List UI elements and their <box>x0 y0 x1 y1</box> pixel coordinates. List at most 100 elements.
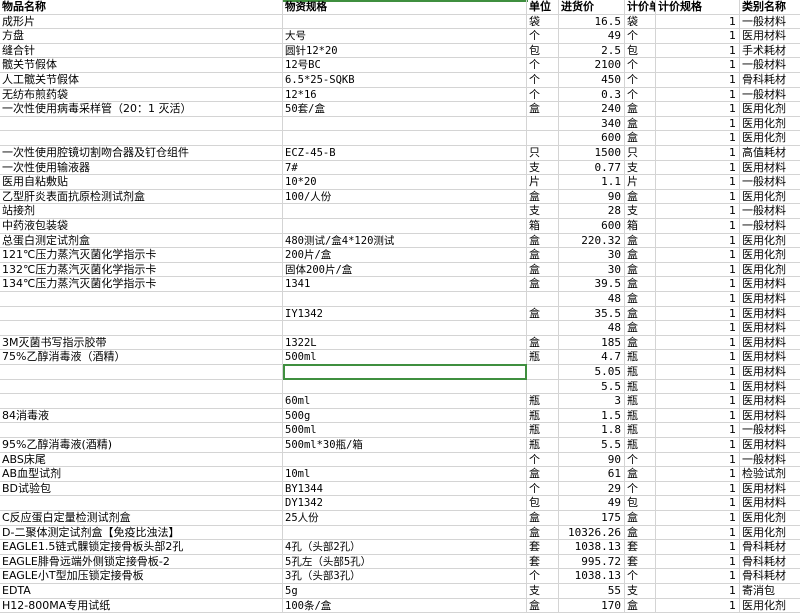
cell-unit[interactable]: 套 <box>527 540 559 555</box>
cell-price-spec[interactable]: 1 <box>656 292 740 307</box>
cell-price[interactable]: 1.8 <box>559 423 625 438</box>
cell-price[interactable]: 35.5 <box>559 306 625 322</box>
cell-name[interactable] <box>0 365 283 380</box>
cell-name[interactable]: AB血型试剂 <box>0 467 283 482</box>
cell-category[interactable]: 医用化剂 <box>740 234 800 249</box>
cell-price[interactable]: 600 <box>559 131 625 146</box>
cell-price-unit[interactable]: 只 <box>625 146 656 161</box>
cell-category[interactable]: 一般材料 <box>740 15 800 30</box>
cell-price-unit[interactable]: 瓶 <box>625 423 656 438</box>
cell-spec[interactable] <box>283 365 527 380</box>
cell-spec[interactable]: 5g <box>283 584 527 599</box>
cell-name[interactable]: 84消毒液 <box>0 408 283 424</box>
cell-price-spec[interactable]: 1 <box>656 102 740 117</box>
cell-category[interactable]: 手术耗材 <box>740 44 800 59</box>
cell-price-spec[interactable]: 1 <box>656 43 740 59</box>
cell-name[interactable]: 75%乙醇消毒液（酒精） <box>0 350 283 365</box>
cell-price-spec[interactable]: 1 <box>656 584 740 599</box>
cell-price-unit[interactable]: 包 <box>625 496 656 511</box>
cell-category[interactable]: 医用化剂 <box>740 263 800 278</box>
header-category[interactable]: 类别名称 <box>740 0 800 15</box>
cell-name[interactable]: 3M灭菌书写指示胶带 <box>0 335 283 351</box>
cell-price-unit[interactable]: 片 <box>625 175 656 190</box>
cell-category[interactable]: 医用化剂 <box>740 117 800 132</box>
cell-price[interactable]: 10326.26 <box>559 525 625 541</box>
cell-name[interactable]: 髋关节假体 <box>0 58 283 73</box>
cell-spec[interactable]: 10ml <box>283 467 527 482</box>
cell-price[interactable]: 49 <box>559 496 625 511</box>
cell-price-spec[interactable]: 1 <box>656 248 740 263</box>
cell-category[interactable]: 医用材料 <box>740 394 800 409</box>
cell-unit[interactable] <box>527 131 559 146</box>
cell-name[interactable]: 缝合针 <box>0 43 283 59</box>
cell-unit[interactable]: 个 <box>527 481 559 497</box>
cell-name[interactable]: 无纺布煎药袋 <box>0 87 283 103</box>
cell-spec[interactable]: 100条/盒 <box>283 598 527 613</box>
cell-name[interactable]: 134℃压力蒸汽灭菌化学指示卡 <box>0 277 283 292</box>
cell-category[interactable]: 医用材料 <box>740 321 800 336</box>
cell-spec[interactable]: 100/人份 <box>283 189 527 205</box>
cell-name[interactable]: 方盘 <box>0 29 283 44</box>
cell-spec[interactable]: 6.5*25-SQKB <box>283 73 527 88</box>
cell-spec[interactable]: 60ml <box>283 394 527 409</box>
cell-category[interactable]: 寄消包 <box>740 584 800 599</box>
cell-price-spec[interactable]: 1 <box>656 58 740 73</box>
cell-price-spec[interactable]: 1 <box>656 233 740 249</box>
cell-price[interactable]: 175 <box>559 511 625 526</box>
cell-name[interactable] <box>0 131 283 146</box>
cell-unit[interactable]: 个 <box>527 58 559 73</box>
cell-unit[interactable]: 袋 <box>527 14 559 30</box>
cell-name[interactable]: 人工髋关节假体 <box>0 73 283 88</box>
cell-price-unit[interactable]: 盒 <box>625 292 656 307</box>
cell-unit[interactable]: 支 <box>527 584 559 599</box>
cell-name[interactable] <box>0 292 283 307</box>
cell-price-unit[interactable]: 袋 <box>625 14 656 30</box>
cell-price-spec[interactable]: 1 <box>656 189 740 205</box>
cell-price-spec[interactable]: 1 <box>656 569 740 584</box>
cell-unit[interactable]: 个 <box>527 452 559 468</box>
cell-category[interactable]: 医用化剂 <box>740 526 800 541</box>
cell-spec[interactable]: 500ml <box>283 423 527 438</box>
cell-spec[interactable]: 12*16 <box>283 87 527 103</box>
cell-name[interactable]: BD试验包 <box>0 481 283 497</box>
cell-unit[interactable]: 套 <box>527 554 559 570</box>
cell-price-unit[interactable]: 套 <box>625 554 656 570</box>
cell-price-unit[interactable]: 支 <box>625 584 656 599</box>
cell-spec[interactable]: 1322L <box>283 335 527 351</box>
cell-price-spec[interactable]: 1 <box>656 73 740 88</box>
cell-price[interactable]: 1.1 <box>559 175 625 190</box>
cell-spec[interactable] <box>283 525 527 541</box>
cell-spec[interactable]: 圆针12*20 <box>283 43 527 59</box>
cell-price-unit[interactable]: 个 <box>625 58 656 73</box>
cell-name[interactable] <box>0 306 283 322</box>
cell-unit[interactable] <box>527 379 559 395</box>
cell-price-unit[interactable]: 盒 <box>625 131 656 146</box>
header-name[interactable]: 物品名称 <box>0 0 283 15</box>
cell-name[interactable] <box>0 116 283 132</box>
cell-price[interactable]: 30 <box>559 248 625 263</box>
cell-unit[interactable]: 盒 <box>527 189 559 205</box>
cell-unit[interactable]: 盒 <box>527 511 559 526</box>
cell-spec[interactable]: 1341 <box>283 277 527 292</box>
cell-price-spec[interactable]: 1 <box>656 379 740 395</box>
cell-price-unit[interactable]: 瓶 <box>625 408 656 424</box>
cell-price-spec[interactable]: 1 <box>656 467 740 482</box>
cell-unit[interactable]: 盒 <box>527 102 559 117</box>
cell-price-spec[interactable]: 1 <box>656 321 740 336</box>
cell-spec[interactable]: 大号 <box>283 29 527 44</box>
cell-price-spec[interactable]: 1 <box>656 423 740 438</box>
cell-name[interactable] <box>0 379 283 395</box>
cell-unit[interactable]: 瓶 <box>527 423 559 438</box>
cell-price[interactable]: 61 <box>559 467 625 482</box>
cell-price[interactable]: 995.72 <box>559 554 625 570</box>
cell-unit[interactable]: 包 <box>527 496 559 511</box>
cell-spec[interactable] <box>283 379 527 395</box>
cell-spec[interactable] <box>283 292 527 307</box>
cell-price-spec[interactable]: 1 <box>656 438 740 453</box>
cell-category[interactable]: 一般材料 <box>740 88 800 103</box>
cell-category[interactable]: 医用材料 <box>740 438 800 453</box>
cell-price-spec[interactable]: 1 <box>656 146 740 161</box>
cell-price[interactable]: 29 <box>559 481 625 497</box>
cell-price-spec[interactable]: 1 <box>656 277 740 292</box>
cell-unit[interactable]: 瓶 <box>527 350 559 365</box>
